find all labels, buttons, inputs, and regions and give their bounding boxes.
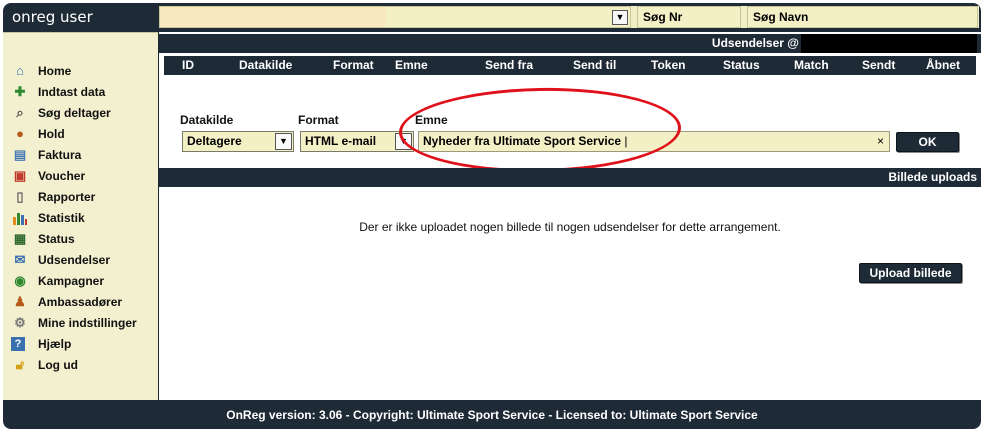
gift-icon: ▣: [13, 168, 27, 183]
column-header-token[interactable]: Token: [651, 56, 685, 75]
column-header-abnet[interactable]: Åbnet: [926, 56, 960, 75]
format-label: Format: [298, 113, 339, 127]
sidebar-item-sog-deltager[interactable]: ⌕ Søg deltager: [11, 103, 111, 123]
sidebar-item-label: Ambassadører: [38, 295, 123, 309]
udsendelser-header: Udsendelser @: [159, 34, 981, 53]
column-header-match[interactable]: Match: [794, 56, 829, 75]
sidebar-item-label: Hjælp: [38, 337, 72, 351]
sidebar-item-label: Log ud: [38, 358, 78, 372]
sidebar-item-label: Faktura: [38, 148, 82, 162]
udsendelser-table-header: ID Datakilde Format Emne Send fra Send t…: [164, 56, 976, 75]
sidebar-item-label: Udsendelser: [38, 253, 111, 267]
event-select[interactable]: ▼: [159, 6, 631, 28]
sidebar-item-label: Mine indstillinger: [38, 316, 137, 330]
column-header-status[interactable]: Status: [723, 56, 760, 75]
column-header-sendt[interactable]: Sendt: [862, 56, 895, 75]
sidebar-item-label: Indtast data: [38, 85, 106, 99]
app-window: onreg user ▼ Søg Nr Søg Navn ⌂ Home ✚ In…: [3, 3, 981, 429]
home-icon: ⌂: [16, 63, 24, 78]
sidebar-item-label: Home: [38, 64, 72, 78]
sidebar-item-mine-indstillinger[interactable]: ⚙ Mine indstillinger: [11, 313, 137, 333]
format-select[interactable]: HTML e-mail ▼: [300, 131, 414, 152]
sidebar-item-udsendelser[interactable]: ✉ Udsendelser: [11, 250, 110, 270]
sidebar-item-faktura[interactable]: ▤ Faktura: [11, 145, 82, 165]
chevron-down-icon[interactable]: ▼: [612, 10, 628, 25]
status-icon: ▦: [13, 231, 27, 246]
datakilde-select[interactable]: Deltagere ▼: [182, 131, 294, 152]
sidebar-item-hold[interactable]: ● Hold: [11, 124, 65, 144]
sidebar-item-hjaelp[interactable]: ? Hjælp: [11, 334, 71, 354]
sidebar: ⌂ Home ✚ Indtast data ⌕ Søg deltager ● H…: [3, 32, 158, 400]
sidebar-item-voucher[interactable]: ▣ Voucher: [11, 166, 85, 186]
datakilde-value: Deltagere: [187, 134, 242, 148]
search-nr-input[interactable]: Søg Nr: [637, 6, 741, 28]
column-header-emne[interactable]: Emne: [395, 56, 428, 75]
sidebar-item-rapporter[interactable]: ▯ Rapporter: [11, 187, 95, 207]
top-bar: ▼ Søg Nr Søg Navn: [159, 6, 979, 28]
help-icon: ?: [11, 337, 25, 351]
column-header-datakilde[interactable]: Datakilde: [239, 56, 292, 75]
column-header-id[interactable]: ID: [182, 56, 194, 75]
sidebar-item-kampagner[interactable]: ◉ Kampagner: [11, 271, 104, 291]
upload-image-button[interactable]: Upload billede: [859, 263, 962, 283]
lock-icon: 🔓︎: [15, 357, 25, 372]
brand-title: onreg user: [12, 8, 93, 26]
sidebar-item-label: Hold: [38, 127, 65, 141]
invoice-icon: ▤: [13, 147, 27, 162]
datakilde-label: Datakilde: [180, 113, 234, 127]
billede-uploads-title: Billede uploads: [888, 170, 977, 184]
footer: OnReg version: 3.06 - Copyright: Ultimat…: [226, 408, 758, 422]
ambassador-icon: ♟: [14, 294, 26, 309]
sidebar-item-label: Søg deltager: [38, 106, 111, 120]
sidebar-item-indtast-data[interactable]: ✚ Indtast data: [11, 82, 106, 102]
sidebar-item-status[interactable]: ▦ Status: [11, 229, 75, 249]
column-header-send-til[interactable]: Send til: [573, 56, 616, 75]
format-value: HTML e-mail: [305, 134, 377, 148]
ok-button[interactable]: OK: [896, 132, 959, 152]
column-header-format[interactable]: Format: [333, 56, 374, 75]
report-icon: ▯: [16, 189, 24, 204]
highlight-ellipse: [398, 85, 682, 175]
sidebar-item-label: Rapporter: [38, 190, 96, 204]
sidebar-item-label: Kampagner: [38, 274, 105, 288]
empty-uploads-message: Der er ikke uploadet nogen billede til n…: [359, 220, 781, 234]
billede-uploads-header: Billede uploads: [159, 168, 981, 187]
mail-icon: ✉: [14, 252, 26, 267]
add-user-icon: ✚: [14, 84, 26, 99]
sidebar-item-label: Statistik: [38, 211, 85, 225]
chevron-down-icon[interactable]: ▼: [275, 133, 292, 150]
main-content: Udsendelser @ ID Datakilde Format Emne S…: [159, 32, 981, 400]
search-user-icon: ⌕: [16, 105, 24, 120]
team-icon: ●: [16, 126, 24, 141]
sidebar-item-log-ud[interactable]: 🔓︎ Log ud: [11, 355, 78, 375]
sidebar-item-statistik[interactable]: Statistik: [11, 208, 85, 228]
event-select-value: [160, 7, 386, 27]
chart-icon: [11, 210, 29, 226]
gear-icon: ⚙: [14, 315, 26, 330]
sidebar-item-home[interactable]: ⌂ Home: [11, 61, 71, 81]
sidebar-item-ambassadorer[interactable]: ♟ Ambassadører: [11, 292, 122, 312]
column-header-send-fra[interactable]: Send fra: [485, 56, 533, 75]
redacted-event-name: [801, 34, 977, 53]
clear-icon[interactable]: ×: [877, 132, 884, 151]
sidebar-item-label: Voucher: [38, 169, 86, 183]
search-name-input[interactable]: Søg Navn: [747, 6, 978, 28]
sidebar-item-label: Status: [38, 232, 75, 246]
udsendelser-title: Udsendelser @: [711, 36, 799, 50]
campaign-icon: ◉: [14, 273, 26, 288]
